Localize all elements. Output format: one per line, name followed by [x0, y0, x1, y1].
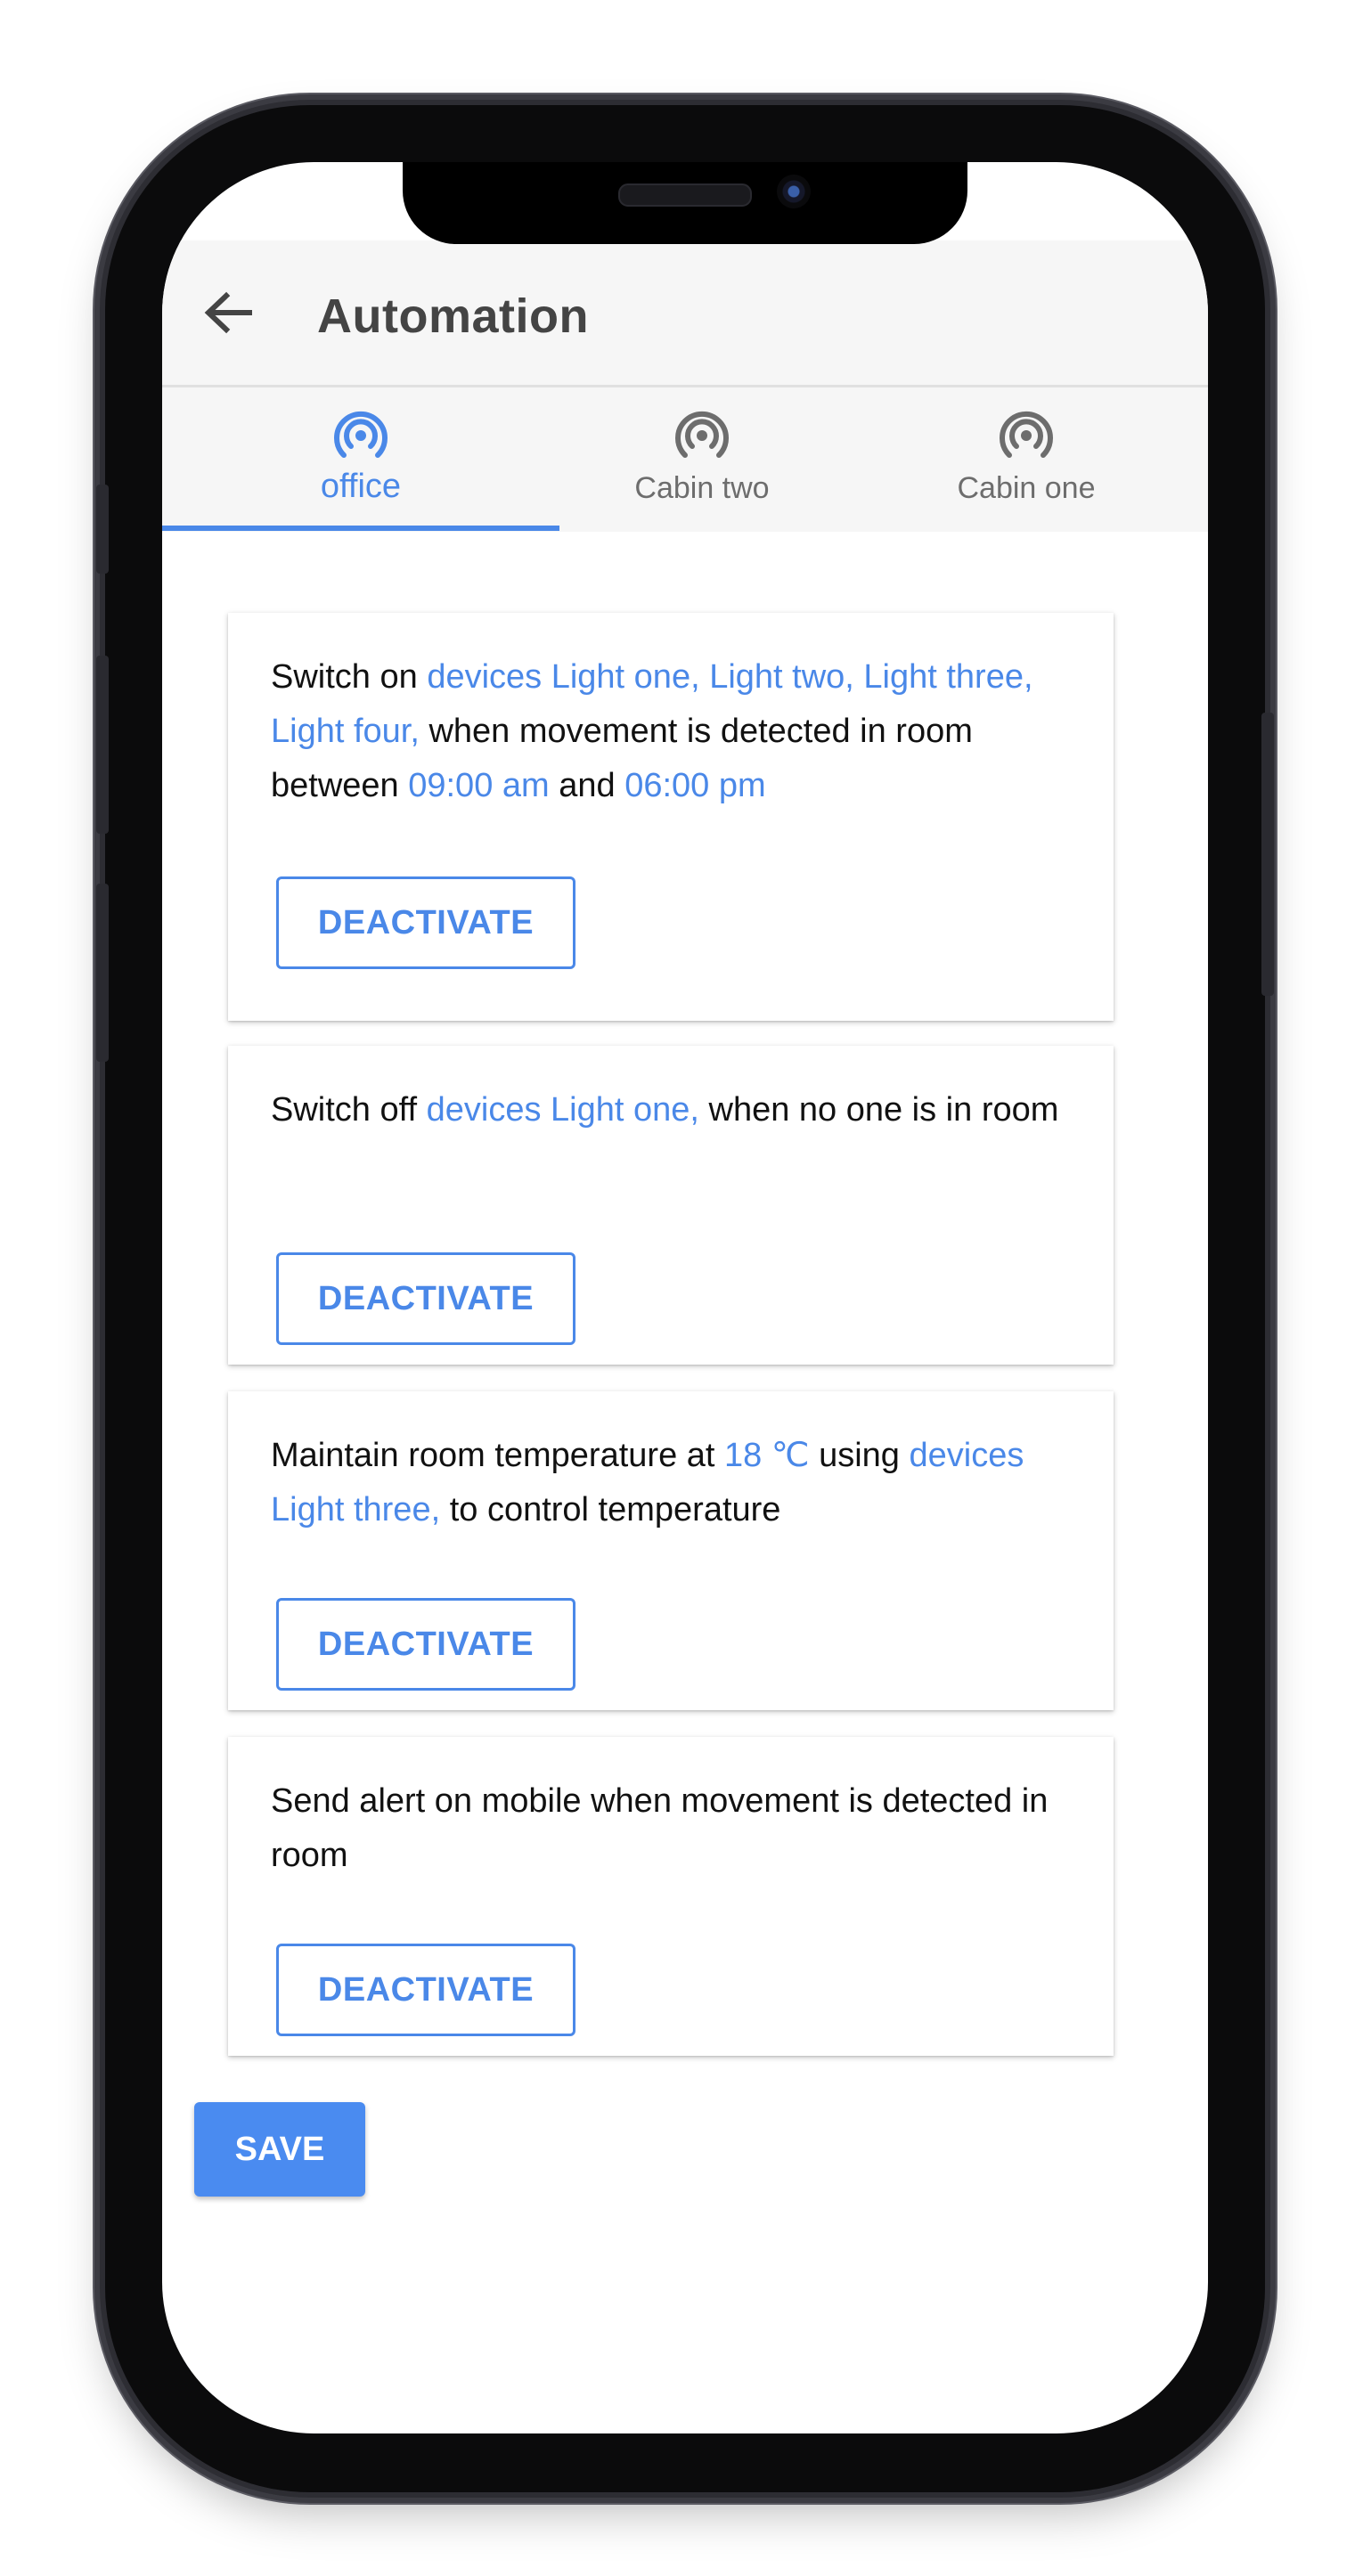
deactivate-button[interactable]: DEACTIVATE: [276, 1944, 575, 2036]
rule-text: Switch on: [271, 658, 428, 696]
broadcast-signal-icon: [334, 411, 388, 458]
back-arrow-icon[interactable]: [203, 290, 253, 335]
rule-temperature-link[interactable]: 18 ℃: [724, 1437, 810, 1474]
tab-label: office: [320, 468, 402, 505]
tab-cabin-one[interactable]: Cabin one: [845, 387, 1208, 532]
automation-rule-card: Switch on devices Light one, Light two, …: [228, 613, 1114, 1021]
rule-text: when no one is in room: [698, 1091, 1059, 1129]
front-camera: [777, 175, 811, 208]
rule-text: to control temperature: [440, 1491, 781, 1528]
rule-description: Send alert on mobile when movement is de…: [271, 1774, 1081, 1883]
rule-text: Maintain room temperature at: [271, 1437, 725, 1474]
rule-devices-link[interactable]: devices Light one,: [427, 1091, 699, 1129]
deactivate-button[interactable]: DEACTIVATE: [276, 1252, 575, 1345]
rule-description: Switch off devices Light one, when no on…: [271, 1083, 1081, 1137]
power-button: [1261, 713, 1274, 996]
rule-start-time-link[interactable]: 09:00 am: [408, 767, 549, 804]
page-title: Automation: [317, 289, 589, 343]
broadcast-signal-icon: [675, 411, 729, 458]
rule-text: and: [549, 767, 625, 804]
save-button[interactable]: SAVE: [194, 2102, 365, 2197]
automation-rule-card: Send alert on mobile when movement is de…: [228, 1737, 1114, 2056]
automation-rule-card: Maintain room temperature at 18 ℃ using …: [228, 1391, 1114, 1710]
room-tabs: office Cabin two Cabin one: [162, 387, 1208, 532]
rule-text: Send alert on mobile when movement is de…: [271, 1782, 1049, 1874]
rule-text: using: [809, 1437, 910, 1474]
phone-screen: Automation office Cabin two Cabin one Sw…: [162, 162, 1208, 2433]
tab-office[interactable]: office: [162, 387, 559, 532]
notch: [403, 162, 967, 244]
tab-label: Cabin two: [634, 471, 770, 505]
app-bar: Automation: [162, 240, 1208, 387]
broadcast-signal-icon: [1000, 411, 1053, 458]
deactivate-button[interactable]: DEACTIVATE: [276, 876, 575, 969]
rule-text: Switch off: [271, 1091, 427, 1129]
automation-rule-card: Switch off devices Light one, when no on…: [228, 1046, 1114, 1365]
tab-cabin-two[interactable]: Cabin two: [559, 387, 845, 532]
rule-end-time-link[interactable]: 06:00 pm: [624, 767, 765, 804]
volume-up-button: [96, 656, 109, 834]
speaker-grille: [618, 183, 752, 207]
active-tab-indicator: [162, 526, 559, 531]
mute-switch: [96, 485, 109, 574]
deactivate-button[interactable]: DEACTIVATE: [276, 1598, 575, 1691]
rule-description: Switch on devices Light one, Light two, …: [271, 650, 1081, 813]
volume-down-button: [96, 884, 109, 1062]
tab-label: Cabin one: [957, 471, 1096, 505]
rule-description: Maintain room temperature at 18 ℃ using …: [271, 1429, 1081, 1537]
